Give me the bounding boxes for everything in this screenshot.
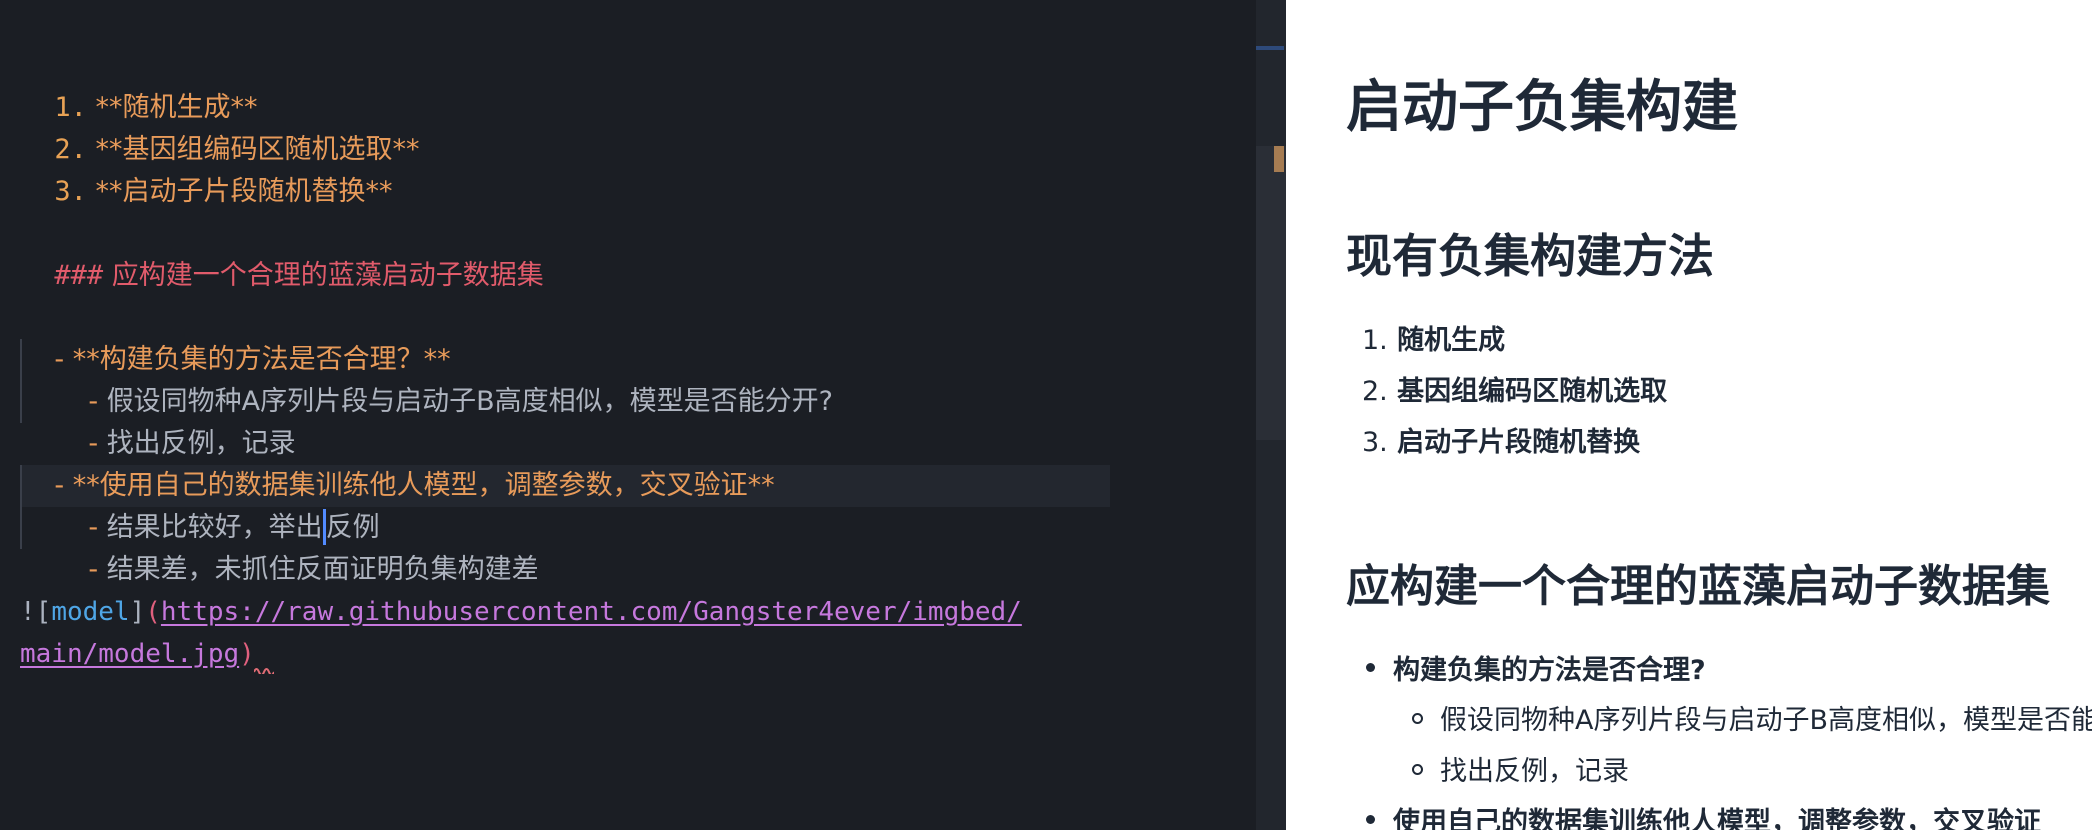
list-number: 3.	[1362, 427, 1388, 458]
markdown-preview[interactable]: 启动子负集构建 现有负集构建方法 1. 随机生成 2. 基因组编码区随机选取 3…	[1286, 0, 2092, 830]
bullet-circle	[1412, 713, 1423, 724]
list-text: 随机生成	[1397, 325, 1506, 356]
bullet-dash: -	[88, 554, 99, 585]
editor-line-bullet-2a[interactable]: - 结果比较好，举出 反例	[54, 465, 380, 545]
preview-h2: 现有负集构建方法	[1346, 229, 1714, 283]
list-text: 启动子片段随机替换	[1397, 427, 1641, 458]
preview-ol-item-1: 1. 随机生成	[1362, 318, 1505, 357]
preview-h3: 应构建一个合理的蓝藻启动子数据集	[1346, 561, 2050, 612]
bullet-disc	[1366, 663, 1375, 672]
editor-line-2[interactable]: 2. **基因组编码区随机选取**	[20, 87, 419, 165]
minimap-viewport-indicator	[1256, 46, 1284, 50]
image-bang: !	[20, 597, 36, 627]
preview-ol-item-3: 3. 启动子片段随机替换	[1362, 420, 1640, 459]
heading-text: 应构建一个合理的蓝藻启动子数据集	[111, 260, 544, 291]
list-number: 2.	[1362, 376, 1388, 407]
editor-line-bullet-2b[interactable]: - 结果差，未抓住反面证明负集构建差	[54, 507, 538, 585]
bullet-disc	[1366, 815, 1375, 824]
preview-ul-item-2: 使用自己的数据集训练他人模型，调整参数，交叉验证	[1393, 807, 2041, 830]
image-bracket: ]	[129, 597, 146, 627]
editor-line-image[interactable]: ![model](https://raw.githubusercontent.c…	[20, 591, 1022, 633]
bullet-circle	[1412, 764, 1423, 775]
spellcheck-squiggle	[254, 668, 274, 674]
minimap-cursor-marker	[1274, 146, 1284, 172]
scrollbar-thumb[interactable]	[1256, 146, 1286, 440]
editor-line-image-wrap[interactable]: main/model.jpg)	[20, 633, 255, 675]
preview-ul-subitem-2: 找出反例，记录	[1440, 756, 1629, 787]
image-paren: (	[145, 597, 161, 627]
heading-marker: ###	[54, 260, 104, 291]
bullet-text: 结果差，未抓住反面证明负集构建差	[106, 554, 539, 585]
editor-minimap[interactable]	[1256, 0, 1286, 830]
list-number: 1.	[1362, 325, 1388, 356]
editor-line-3[interactable]: 3. **启动子片段随机替换**	[20, 129, 392, 207]
image-bracket: [	[35, 597, 52, 627]
editor-line-heading[interactable]: ### 应构建一个合理的蓝藻启动子数据集	[20, 213, 543, 291]
preview-ol-item-2: 2. 基因组编码区随机选取	[1362, 369, 1667, 408]
editor-line-1[interactable]: 1. **随机生成**	[20, 45, 257, 123]
image-alt-text: model	[51, 597, 130, 627]
image-url-link[interactable]: https://raw.githubusercontent.com/Gangst…	[161, 597, 1022, 627]
preview-h1: 启动子负集构建	[1346, 75, 1738, 140]
preview-ul-subitem-1: 假设同物种A序列片段与启动子B高度相似，模型是否能分开?	[1440, 705, 2092, 736]
editor-line-bullet-1[interactable]: - **构建负集的方法是否合理？**	[20, 297, 450, 375]
image-url-link[interactable]: main/model.jpg	[20, 639, 239, 669]
editor-line-bullet-1b[interactable]: - 找出反例，记录	[54, 381, 295, 459]
editor-line-bullet-2[interactable]: - **使用自己的数据集训练他人模型，调整参数，交叉验证**	[20, 423, 774, 501]
editor-line-bullet-1a[interactable]: - 假设同物种A序列片段与启动子B高度相似，模型是否能分开?	[54, 339, 833, 417]
bold-text: **启动子片段随机替换**	[95, 176, 393, 207]
preview-ul-item-1: 构建负集的方法是否合理?	[1393, 655, 1706, 686]
markdown-editor[interactable]: 1. **随机生成** 2. **基因组编码区随机选取** 3. **启动子片段…	[0, 0, 1256, 830]
image-paren: )	[239, 639, 255, 669]
list-text: 基因组编码区随机选取	[1397, 376, 1668, 407]
list-number: 3.	[54, 176, 87, 207]
